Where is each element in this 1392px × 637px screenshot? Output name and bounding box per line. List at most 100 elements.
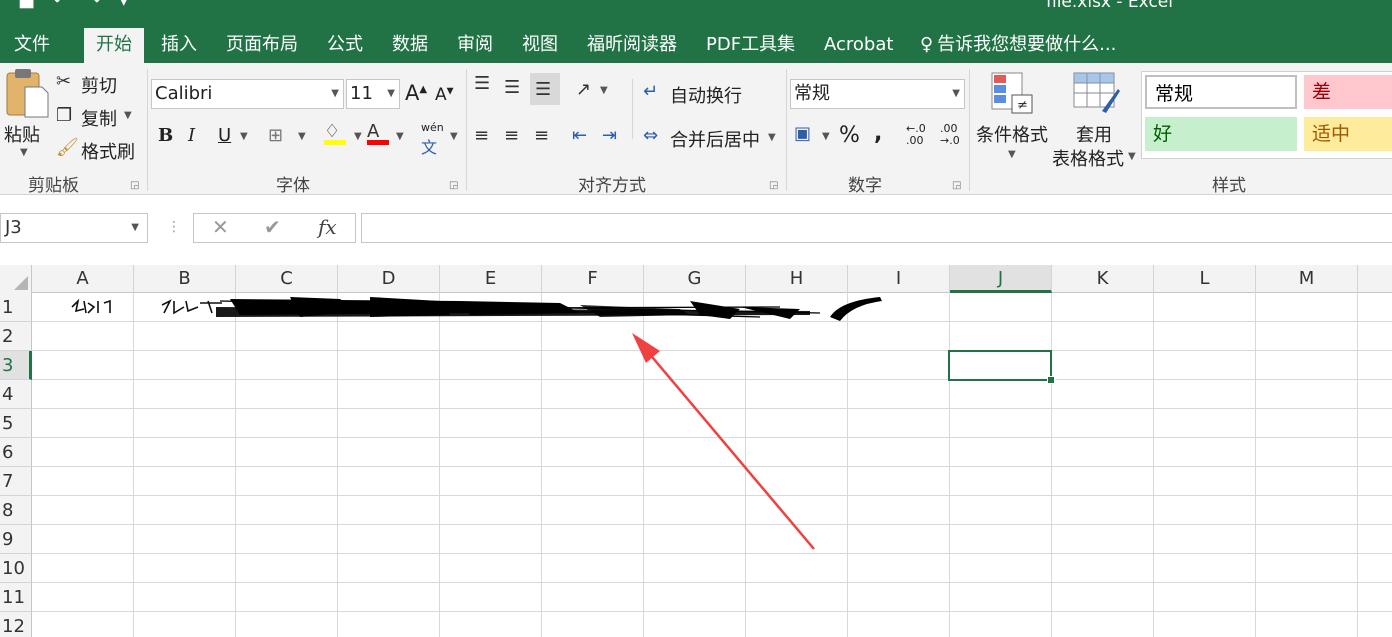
tab-pdf-tools[interactable]: PDF工具集 [706,28,795,63]
redo-icon[interactable]: ↷ [86,0,119,11]
phonetic-dropdown-icon[interactable]: ▼ [450,131,458,142]
tab-foxit-reader[interactable]: 福昕阅读器 [587,28,677,63]
row-header-7[interactable]: 7 [0,467,32,496]
grow-font-button[interactable]: A▲ [405,81,427,105]
save-icon[interactable]: ■ [18,0,53,11]
fill-dropdown-icon[interactable]: ▼ [354,131,362,142]
row-header-3[interactable]: 3 [0,351,32,380]
wrap-text-button[interactable]: 自动换行 [670,82,742,108]
merge-dropdown-icon[interactable]: ▼ [768,132,776,143]
orientation-icon[interactable]: ↗ [576,79,591,100]
customize-icon[interactable]: ▾ [119,0,146,11]
fill-color-icon[interactable]: ♢ [324,121,346,145]
align-center-icon[interactable]: ≡ [504,125,519,146]
phonetic-guide-button[interactable]: wén 文 [421,121,444,158]
align-bottom-icon[interactable]: ☰ [530,73,560,105]
tab-insert[interactable]: 插入 [161,28,197,63]
selected-cell-j3[interactable] [948,350,1055,384]
paste-button[interactable]: 粘贴 ▼ [2,67,50,165]
align-left-icon[interactable]: ≡ [474,125,489,146]
border-icon[interactable]: ⊞ [268,125,283,146]
column-header-j[interactable]: J [950,265,1052,293]
enter-icon[interactable]: ✔ [264,215,281,239]
percent-button[interactable]: % [839,123,860,148]
row-header-12[interactable]: 12 [0,612,32,637]
style-good[interactable]: 好 [1145,117,1297,151]
align-top-icon[interactable]: ☰ [474,73,490,94]
column-header-e[interactable]: E [440,265,542,293]
accounting-dropdown-icon[interactable]: ▼ [822,131,830,142]
undo-icon[interactable]: ↶ [53,0,86,11]
row-header-1[interactable]: 1 [0,293,32,322]
font-launcher-icon[interactable]: ◲ [449,180,458,191]
tab-home[interactable]: 开始 [84,28,144,63]
style-neutral[interactable]: 适中 [1304,117,1392,151]
tab-acrobat[interactable]: Acrobat [824,28,893,63]
underline-dropdown-icon[interactable]: ▼ [240,131,248,142]
clipboard-launcher-icon[interactable]: ◲ [130,180,139,191]
merge-center-button[interactable]: 合并后居中 [670,126,760,152]
italic-button[interactable]: I [188,125,195,146]
formula-input[interactable] [361,213,1392,243]
accounting-format-icon[interactable]: ▣ [794,123,811,144]
column-header-g[interactable]: G [644,265,746,293]
row-header-8[interactable]: 8 [0,496,32,525]
underline-button[interactable]: U [218,125,231,146]
row-header-5[interactable]: 5 [0,409,32,438]
border-dropdown-icon[interactable]: ▼ [298,131,306,142]
number-launcher-icon[interactable]: ◲ [952,180,961,191]
format-as-table-button[interactable]: 套用 表格格式 ▼ [1052,69,1140,170]
font-name-combo[interactable]: Calibri ▼ [151,79,344,109]
column-header-b[interactable]: B [134,265,236,293]
select-all-corner[interactable] [0,265,32,293]
quick-access-toolbar[interactable]: ■↶↷▾ [18,0,146,11]
column-header-m[interactable]: M [1256,265,1358,293]
format-painter-button[interactable]: 格式刷 [81,138,135,164]
shrink-font-button[interactable]: A▼ [435,85,454,105]
column-header-k[interactable]: K [1052,265,1154,293]
row-header-10[interactable]: 10 [0,554,32,583]
tab-data[interactable]: 数据 [392,28,428,63]
column-header-c[interactable]: C [236,265,338,293]
resize-handle-icon[interactable]: ⋮ [167,219,181,235]
column-header-a[interactable]: A [32,265,134,293]
column-header-i[interactable]: I [848,265,950,293]
font-color-icon[interactable]: A [367,121,389,145]
tell-me-box[interactable]: ♀ 告诉我您想要做什么... [920,28,1116,63]
font-color-dropdown-icon[interactable]: ▼ [396,131,404,142]
alignment-launcher-icon[interactable]: ◲ [769,180,778,191]
name-box[interactable]: J3 ▼ [0,213,148,243]
style-normal[interactable]: 常规 [1145,75,1297,109]
tab-file[interactable]: 文件 [14,28,50,63]
column-header-f[interactable]: F [542,265,644,293]
decrease-indent-icon[interactable]: ⇤ [572,125,587,146]
row-header-2[interactable]: 2 [0,322,32,351]
copy-dropdown-icon[interactable]: ▼ [124,110,132,121]
increase-decimal-button[interactable]: ←.0.00 [906,123,926,147]
row-header-6[interactable]: 6 [0,438,32,467]
increase-indent-icon[interactable]: ⇥ [602,125,617,146]
orientation-dropdown-icon[interactable]: ▼ [600,85,608,96]
align-right-icon[interactable]: ≡ [534,125,549,146]
column-header-h[interactable]: H [746,265,848,293]
cut-button[interactable]: 剪切 [81,72,117,98]
row-header-4[interactable]: 4 [0,380,32,409]
copy-button[interactable]: 复制 [81,105,117,131]
row-header-11[interactable]: 11 [0,583,32,612]
font-size-combo[interactable]: 11 ▼ [346,79,400,109]
paste-dropdown-icon[interactable]: ▼ [20,147,28,158]
comma-button[interactable]: , [874,121,882,146]
align-middle-icon[interactable]: ☰ [504,77,520,98]
decrease-decimal-button[interactable]: .00 →.0 [940,123,960,147]
tab-view[interactable]: 视图 [522,28,558,63]
tab-page-layout[interactable]: 页面布局 [226,28,298,63]
insert-function-icon[interactable]: fx [318,215,337,239]
style-bad[interactable]: 差 [1304,75,1392,109]
column-header-d[interactable]: D [338,265,440,293]
row-header-9[interactable]: 9 [0,525,32,554]
number-format-combo[interactable]: 常规 ▼ [790,79,965,109]
tab-formulas[interactable]: 公式 [327,28,363,63]
bold-button[interactable]: B [158,125,173,146]
cancel-icon[interactable]: ✕ [212,215,229,239]
conditional-format-button[interactable]: ≠ 条件格式 ▼ [974,69,1050,169]
